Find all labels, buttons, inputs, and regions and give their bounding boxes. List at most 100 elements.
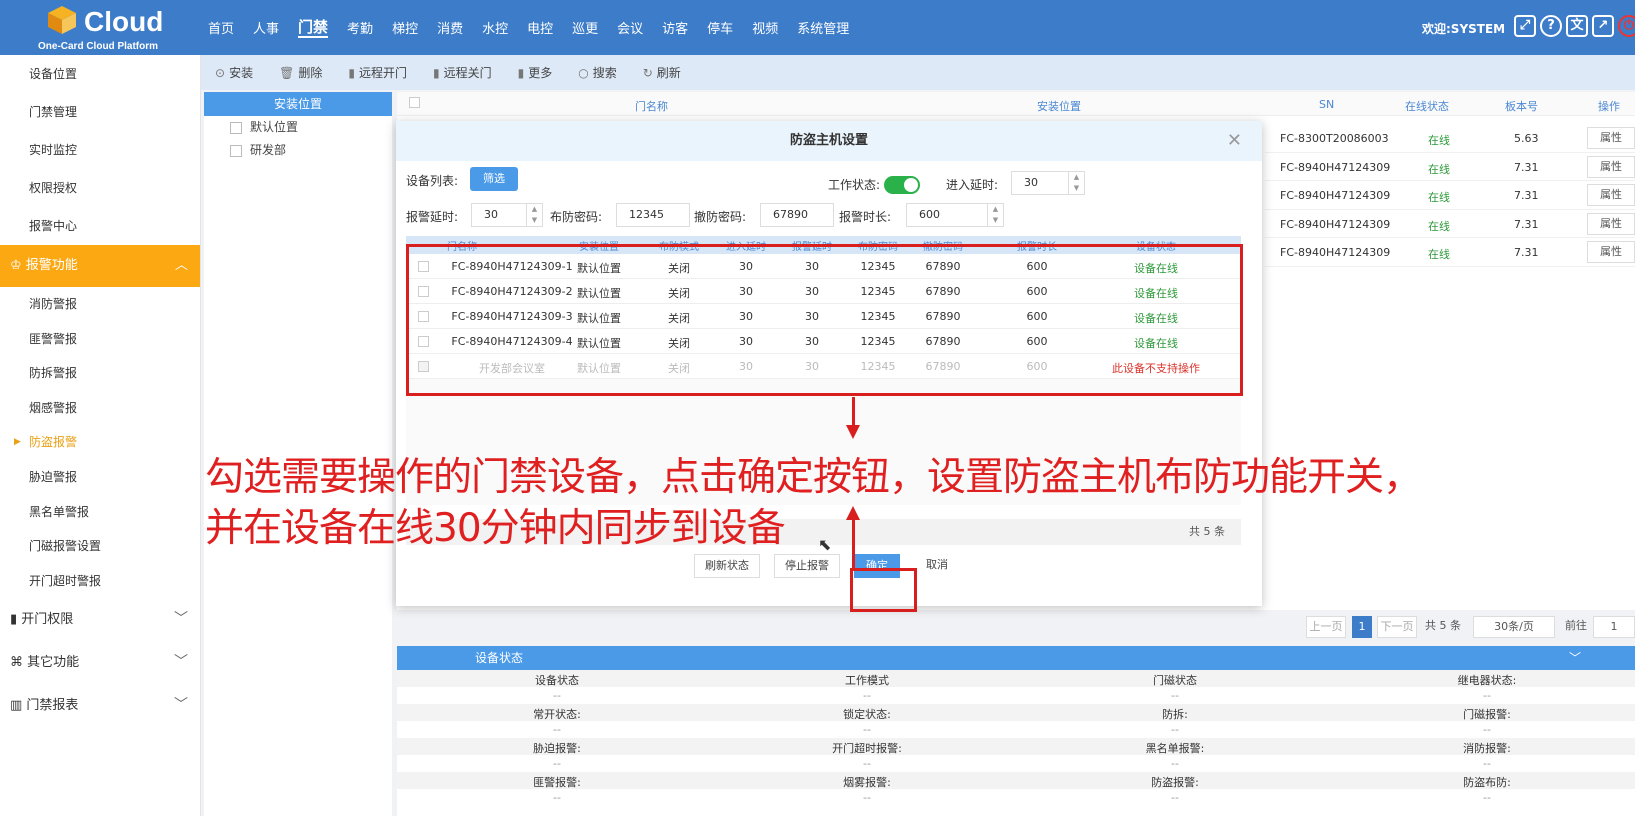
annotation-line-1: 勾选需要操作的门禁设备，点击确定按钮，设置防盗主机布防功能开关， xyxy=(205,455,1422,500)
grid-icon: ⌘ xyxy=(10,655,28,671)
nav-elevator[interactable]: 梯控 xyxy=(392,18,418,40)
stepper-icon[interactable]: ▲ ▼ xyxy=(526,204,542,226)
sidebar-item-authorization[interactable]: 权限授权 xyxy=(0,169,200,207)
nav-attendance[interactable]: 考勤 xyxy=(347,18,373,40)
select-all-checkbox[interactable] xyxy=(409,97,420,108)
refresh-button[interactable]: ↻ 刷新 xyxy=(643,64,681,81)
install-button[interactable]: ⊙ 安装 xyxy=(215,64,253,81)
sidebar-item-tamper-alarm[interactable]: 防拆警报 xyxy=(0,356,200,391)
door-open-icon: ▮ xyxy=(348,66,355,80)
arm-password-input[interactable]: 12345 xyxy=(616,203,690,227)
nav-water[interactable]: 水控 xyxy=(482,18,508,40)
table-row[interactable]: FC-8300T20086003 在线 5.63 属性 xyxy=(1265,124,1635,153)
stepper-icon[interactable]: ▲ ▼ xyxy=(1068,172,1084,194)
row-version: 7.31 xyxy=(1514,217,1539,231)
toolbar: ⊙ 安装 🗑 删除 ▮ 远程开门 ▮ 远程关门 ▮ 更多 ○ 搜索 ↻ 刷新 xyxy=(201,55,1635,90)
entry-delay-input[interactable]: 30 ▲ ▼ xyxy=(1011,171,1085,195)
sidebar-item-alarm-center[interactable]: 报警中心 xyxy=(0,207,200,245)
status-label-row: 设备状态 工作模式 门磁状态 继电器状态: xyxy=(397,670,1635,687)
chevron-down-icon: ﹀ xyxy=(1569,651,1582,665)
sidebar-item-burglar-alarm[interactable]: 防盗报警 xyxy=(0,425,200,460)
goto-page-input[interactable]: 1 xyxy=(1593,616,1635,638)
sidebar-item-realtime-monitor[interactable]: 实时监控 xyxy=(0,131,200,169)
next-page-button[interactable]: 下一页 xyxy=(1377,616,1417,638)
sidebar-item-smoke-alarm[interactable]: 烟感警报 xyxy=(0,391,200,426)
row-sn: FC-8940H47124309 xyxy=(1280,246,1391,259)
nav-video[interactable]: 视频 xyxy=(752,18,778,40)
work-status-toggle[interactable] xyxy=(884,176,920,194)
chevron-down-icon: ﹀ xyxy=(174,654,188,671)
more-button[interactable]: ▮ 更多 xyxy=(518,64,553,81)
delete-button[interactable]: 🗑 删除 xyxy=(279,64,322,81)
main-table-rows: FC-8300T20086003 在线 5.63 属性 FC-8940H4712… xyxy=(1265,124,1635,267)
attribute-button[interactable]: 属性 xyxy=(1587,241,1635,263)
help-icon[interactable]: ? xyxy=(1540,15,1562,37)
sidebar-item-duress-alarm[interactable]: 胁迫警报 xyxy=(0,460,200,495)
sidebar-menu-open-permission[interactable]: ▮ 开门权限 ﹀ xyxy=(0,598,200,641)
sidebar-item-bandit-alarm[interactable]: 匪警警报 xyxy=(0,322,200,357)
status-label: 胁迫报警: xyxy=(533,742,581,755)
status-value: -- xyxy=(863,791,871,804)
page-1-button[interactable]: 1 xyxy=(1352,616,1372,638)
search-button[interactable]: ○ 搜索 xyxy=(578,64,617,81)
stop-alarm-button[interactable]: 停止报警 xyxy=(774,554,840,578)
nav-visitor[interactable]: 访客 xyxy=(662,18,688,40)
refresh-status-button[interactable]: 刷新状态 xyxy=(694,554,760,578)
sidebar-item-blacklist-alarm[interactable]: 黑名单警报 xyxy=(0,495,200,530)
nav-consumption[interactable]: 消费 xyxy=(437,18,463,40)
sidebar-menu-label: 开门权限 xyxy=(21,612,74,628)
status-label: 设备状态 xyxy=(535,674,579,687)
sidebar-menu-reports[interactable]: ▥ 门禁报表 ﹀ xyxy=(0,684,200,727)
sidebar-item-device-location[interactable]: 设备位置 xyxy=(0,55,200,93)
location-item-default[interactable]: 默认位置 xyxy=(204,116,392,139)
translate-icon[interactable]: 文 xyxy=(1566,15,1588,37)
alarm-duration-input[interactable]: 600 ▲ ▼ xyxy=(906,203,1004,227)
close-icon[interactable]: ✕ xyxy=(1227,121,1242,161)
row-sn: FC-8940H47124309 xyxy=(1280,189,1391,202)
cancel-button[interactable]: 取消 xyxy=(914,554,960,578)
prev-page-button[interactable]: 上一页 xyxy=(1306,616,1346,638)
nav-hr[interactable]: 人事 xyxy=(253,18,279,40)
status-value: -- xyxy=(553,723,561,736)
sidebar-item-open-timeout-alarm[interactable]: 开门超时警报 xyxy=(0,564,200,599)
location-item-rd[interactable]: 研发部 xyxy=(204,139,392,162)
entry-delay-label: 进入延时: xyxy=(946,178,999,192)
nav-system[interactable]: 系统管理 xyxy=(797,18,849,40)
more-button-label: 更多 xyxy=(528,66,553,80)
row-status: 在线 xyxy=(1428,191,1450,204)
device-status-header[interactable]: 设备状态 ﹀ xyxy=(397,646,1635,670)
nav-home[interactable]: 首页 xyxy=(208,18,234,40)
attribute-button[interactable]: 属性 xyxy=(1587,212,1635,235)
page-size-select[interactable]: 30条/页 xyxy=(1473,616,1555,638)
attribute-button[interactable]: 属性 xyxy=(1587,184,1635,206)
power-icon[interactable]: ⏻ xyxy=(1618,15,1635,37)
table-row[interactable]: FC-8940H47124309 在线 7.31 属性 xyxy=(1265,210,1635,238)
filter-button[interactable]: 筛选 xyxy=(470,167,518,191)
sidebar-item-door-management[interactable]: 门禁管理 xyxy=(0,93,200,131)
attribute-button[interactable]: 属性 xyxy=(1587,127,1635,149)
nav-power[interactable]: 电控 xyxy=(527,18,553,40)
status-value: -- xyxy=(1483,723,1491,736)
attribute-button[interactable]: 属性 xyxy=(1587,155,1635,178)
fullscreen-icon[interactable]: ⤢ xyxy=(1514,15,1536,37)
table-row[interactable]: FC-8940H47124309 在线 7.31 属性 xyxy=(1265,238,1635,267)
external-link-icon[interactable]: ↗ xyxy=(1592,15,1614,37)
nav-patrol[interactable]: 巡更 xyxy=(572,18,598,40)
table-row[interactable]: FC-8940H47124309 在线 7.31 属性 xyxy=(1265,181,1635,210)
remote-close-button[interactable]: ▮ 远程关门 xyxy=(433,64,492,81)
col-online-status[interactable]: 在线状态 xyxy=(1405,98,1449,114)
device-status-title: 设备状态 xyxy=(475,651,524,665)
sidebar-item-door-sensor-alarm[interactable]: 门磁报警设置 xyxy=(0,529,200,564)
table-row[interactable]: FC-8940H47124309 在线 7.31 属性 xyxy=(1265,153,1635,181)
alarm-delay-input[interactable]: 30 ▲ ▼ xyxy=(471,203,543,227)
disarm-password-input[interactable]: 67890 xyxy=(760,203,834,227)
nav-meeting[interactable]: 会议 xyxy=(617,18,643,40)
sidebar-item-fire-alarm[interactable]: 消防警报 xyxy=(0,287,200,322)
nav-parking[interactable]: 停车 xyxy=(707,18,733,40)
remote-open-button[interactable]: ▮ 远程开门 xyxy=(348,64,407,81)
status-value: -- xyxy=(863,689,871,702)
nav-access-control[interactable]: 门禁 xyxy=(298,16,329,38)
sidebar-menu-other[interactable]: ⌘ 其它功能 ﹀ xyxy=(0,641,200,684)
sidebar-group-alarm[interactable]: ♔ 报警功能 ︿ xyxy=(0,245,200,287)
stepper-icon[interactable]: ▲ ▼ xyxy=(987,204,1003,226)
